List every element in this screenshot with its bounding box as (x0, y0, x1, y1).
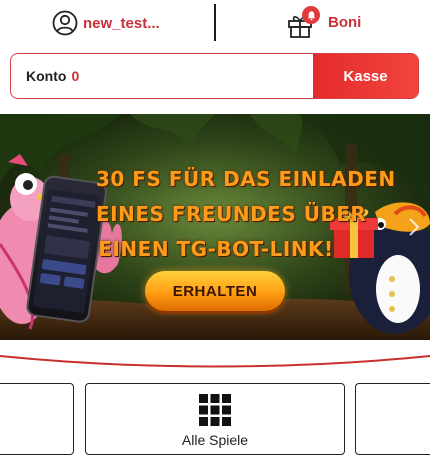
account-label-group: Konto 0 (26, 68, 79, 84)
cashier-button[interactable]: Kasse (313, 54, 418, 98)
promo-headline: 30 FS FÜR DAS EINLADEN EINES FREUNDES ÜB… (96, 162, 396, 267)
category-label: Alle Spiele (181, 432, 249, 448)
user-circle-icon (52, 10, 78, 36)
promo-line-1: 30 FS FÜR DAS EINLADEN (96, 167, 396, 191)
top-bar: new_test... Boni (0, 0, 430, 46)
category-all-games[interactable]: Alle Spiele (85, 383, 345, 455)
promo-banner[interactable]: 30 FS FÜR DAS EINLADEN EINES FREUNDES ÜB… (0, 114, 430, 340)
grid-icon (199, 394, 231, 426)
username: new_test... (83, 14, 160, 32)
account-label: Konto (26, 68, 67, 84)
section-separator (0, 355, 430, 368)
promo-line-3: EINEN TG-BOT-LINK! (98, 237, 334, 261)
header-divider (214, 4, 216, 41)
gift-icon-wrapper (286, 5, 320, 39)
bell-icon (302, 6, 320, 24)
category-card-left[interactable] (0, 383, 74, 455)
account-balance: 0 (71, 68, 80, 84)
bonus-link[interactable]: Boni (286, 4, 361, 40)
bonus-label: Boni (328, 13, 362, 31)
category-card-right[interactable] (355, 383, 430, 455)
account-balance-bar: Konto 0 Kasse (10, 53, 419, 99)
promo-line-2: EINES FREUNDES ÜBER (96, 202, 367, 226)
claim-button[interactable]: ERHALTEN (145, 271, 285, 311)
user-profile-link[interactable]: new_test... (52, 8, 160, 38)
